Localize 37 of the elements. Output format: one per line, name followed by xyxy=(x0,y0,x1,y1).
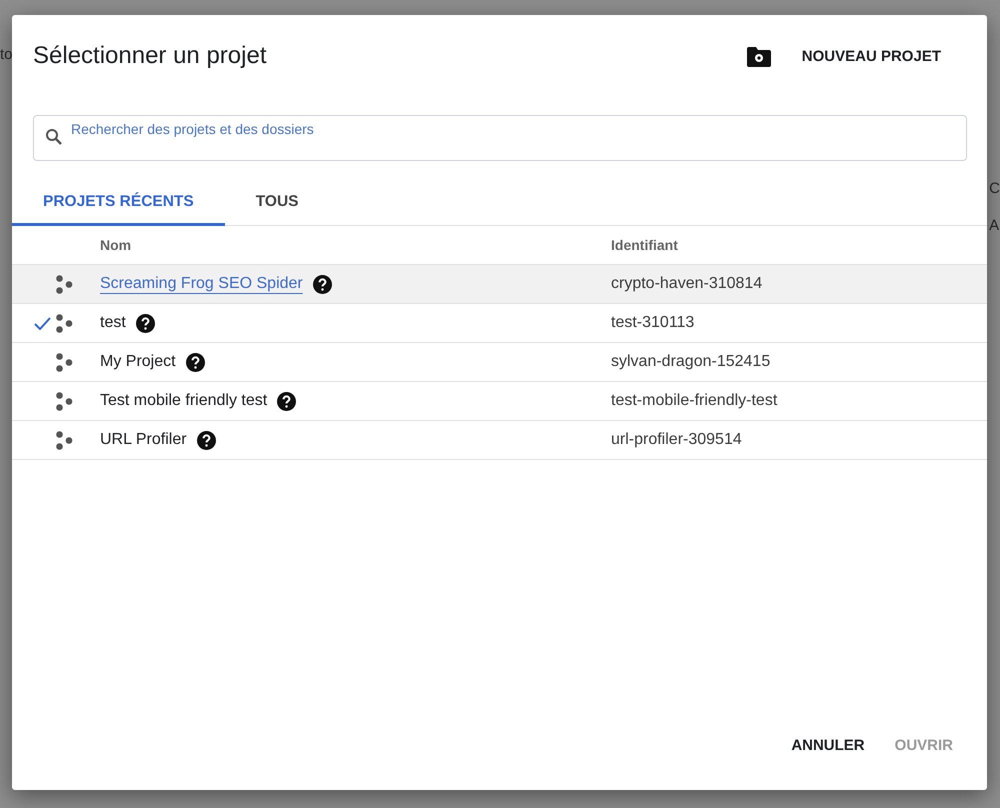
help-icon[interactable] xyxy=(277,392,296,410)
background-text: C xyxy=(989,180,1000,197)
help-icon[interactable] xyxy=(186,352,205,372)
new-project-button[interactable]: NOUVEAU PROJET xyxy=(736,40,967,72)
tab[interactable]: TOUS xyxy=(224,187,330,226)
project-row[interactable]: Screaming Frog SEO Spider crypto-haven-310814 xyxy=(12,265,987,304)
search-field[interactable]: Rechercher des projets et des dossiers xyxy=(33,115,967,161)
project-icon xyxy=(55,314,74,332)
project-name[interactable]: Test mobile friendly test xyxy=(100,392,268,410)
project-name[interactable]: URL Profiler xyxy=(100,431,187,449)
folder-gear-icon xyxy=(746,46,772,66)
dialog-button[interactable]: ANNULER xyxy=(781,729,875,762)
project-row[interactable]: My Project sylvan-dragon-152415 xyxy=(12,343,987,382)
project-name[interactable]: test xyxy=(100,314,126,332)
project-name[interactable]: My Project xyxy=(100,353,176,371)
tab[interactable]: PROJETS RÉCENTS xyxy=(12,187,225,226)
project-icon xyxy=(55,392,74,410)
column-header: Nom xyxy=(100,237,132,253)
project-id: test-310113 xyxy=(611,314,696,332)
project-id: url-profiler-309514 xyxy=(611,431,743,449)
project-icon xyxy=(55,274,74,294)
project-id: crypto-haven-310814 xyxy=(611,275,764,293)
project-id: test-mobile-friendly-test xyxy=(611,392,778,410)
help-icon[interactable] xyxy=(196,430,216,450)
help-icon[interactable] xyxy=(136,314,155,332)
project-row[interactable]: Test mobile friendly test test-mobile-friendly-test xyxy=(12,382,987,421)
background-text: A xyxy=(989,217,1000,234)
project-row[interactable]: URL Profiler url-profiler-309514 xyxy=(12,421,987,460)
dialog-title: Sélectionner un projet xyxy=(33,42,266,70)
project-name[interactable]: Screaming Frog SEO Spider xyxy=(100,275,303,293)
project-id: sylvan-dragon-152415 xyxy=(611,353,772,371)
background-text: to xyxy=(0,46,13,63)
project-row[interactable]: test test-310113 xyxy=(12,304,987,343)
column-header: Identifiant xyxy=(611,237,679,253)
help-icon[interactable] xyxy=(312,274,332,294)
project-icon xyxy=(55,352,74,372)
project-icon xyxy=(55,430,74,450)
